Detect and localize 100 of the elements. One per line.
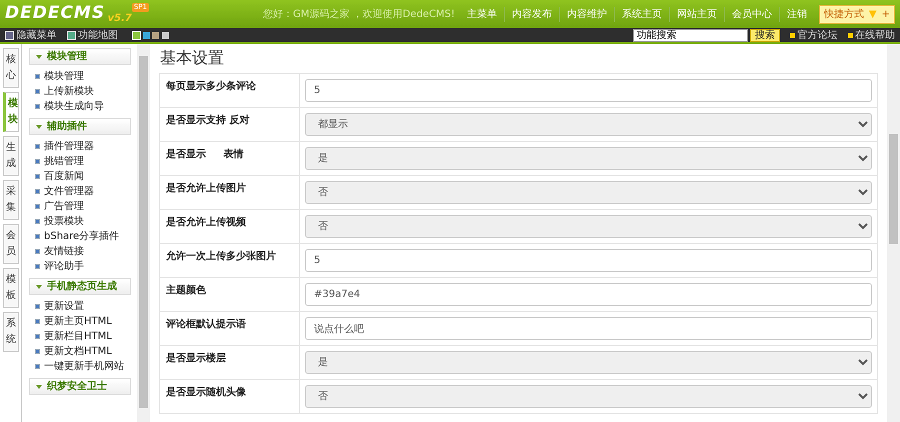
page-title: 基本设置	[160, 47, 225, 69]
menu-item[interactable]: 更新文档HTML	[22, 344, 137, 359]
input-field[interactable]: 5	[305, 249, 872, 272]
bullet-icon	[35, 104, 40, 109]
side-tab[interactable]: 核心	[3, 48, 19, 88]
menu-item-label: 模块生成向导	[44, 100, 104, 114]
hide-menu-link[interactable]: 隐藏菜单	[16, 28, 56, 42]
bullet-icon	[35, 304, 40, 309]
menu-group-header[interactable]: 辅助插件	[29, 118, 131, 135]
input-field[interactable]: 说点什么吧	[305, 317, 872, 340]
caret-icon	[36, 55, 42, 59]
menu-item-label: 上传新模块	[44, 84, 94, 99]
setting-label: 是否显示随机头像	[160, 380, 300, 414]
menu-item[interactable]: 模块生成向导	[22, 99, 137, 114]
version-label: v5.7	[108, 12, 132, 26]
menu-item-label: 更新文档HTML	[44, 344, 112, 359]
menu-item[interactable]: 百度新闻	[22, 169, 137, 184]
setting-label: 是否允许上传视频	[160, 210, 300, 244]
menu-item-label: 评论助手	[44, 260, 84, 274]
input-field[interactable]: #39a7e4	[305, 283, 872, 306]
grid-icon	[66, 30, 76, 40]
caret-icon: ▼	[868, 6, 877, 22]
menu-item-label: 文件管理器	[44, 184, 94, 199]
menu-item-label: 广告管理	[44, 200, 84, 214]
menu-item[interactable]: 文件管理器	[22, 184, 137, 199]
setting-label: 主题颜色	[160, 278, 300, 312]
menu-item-label: 模块管理	[44, 70, 84, 84]
bullet-icon	[35, 319, 40, 324]
bullet-icon	[35, 159, 40, 164]
bullet-icon	[35, 249, 40, 254]
search-field[interactable]: 功能搜索	[632, 28, 748, 42]
bullet-icon	[35, 334, 40, 339]
bullet-icon	[35, 349, 40, 354]
select-field[interactable]: 否	[305, 215, 872, 238]
menu-group-header[interactable]: 手机静态页生成	[29, 278, 131, 295]
menu-item-label: 一键更新手机网站	[44, 360, 124, 374]
bullet-icon	[35, 364, 40, 369]
bullet-icon	[35, 174, 40, 179]
menu-item[interactable]: 投票模块	[22, 214, 137, 229]
side-tab[interactable]: 生成	[3, 136, 19, 176]
search-button[interactable]: 搜索	[750, 28, 780, 42]
shortcut-label: 快捷方式	[824, 8, 864, 22]
toolbar-link[interactable]: 在线帮助	[855, 28, 895, 42]
menu-item[interactable]: 友情链接	[22, 244, 137, 259]
toolbar-link[interactable]: 官方论坛	[798, 28, 838, 42]
menu-item-label: 友情链接	[44, 244, 84, 259]
theme-swatch[interactable]	[142, 32, 150, 38]
menu-group-title: 手机静态页生成	[47, 281, 117, 292]
setting-label: 是否显示支持 反对	[160, 108, 300, 142]
theme-swatch[interactable]	[152, 32, 159, 38]
theme-swatch[interactable]	[133, 32, 140, 38]
logo: DEDECMS	[5, 2, 106, 26]
menu-item-label: 投票模块	[44, 214, 84, 229]
setting-label: 允许一次上传多少张图片	[160, 244, 300, 278]
bullet-icon	[35, 144, 40, 149]
caret-icon	[36, 285, 42, 289]
caret-icon	[36, 385, 42, 389]
shortcut-button[interactable]: 快捷方式 ▼ +	[818, 4, 895, 24]
setting-label: 评论框默认提示语	[160, 312, 300, 346]
menu-item-label: 插件管理器	[44, 140, 94, 154]
menu-item[interactable]: 更新主页HTML	[22, 314, 137, 329]
menu-item-label: 更新设置	[44, 300, 84, 314]
site-map-link[interactable]: 功能地图	[78, 28, 118, 42]
menu-item[interactable]: 更新设置	[22, 299, 137, 314]
side-tab[interactable]: 系统	[3, 312, 19, 352]
panel-icon	[5, 30, 14, 40]
menu-item[interactable]: 广告管理	[22, 199, 137, 214]
bullet-icon	[35, 189, 40, 194]
select-field[interactable]: 否	[305, 385, 872, 408]
menu-item[interactable]: 一键更新手机网站	[22, 359, 137, 374]
select-field[interactable]: 是	[305, 147, 872, 170]
scrollbar[interactable]	[137, 44, 150, 422]
bullet-icon	[35, 219, 40, 224]
menu-group-title: 辅助插件	[47, 121, 87, 132]
side-tab[interactable]: 模板	[3, 268, 19, 308]
select-field[interactable]: 否	[305, 181, 872, 204]
select-field[interactable]: 都显示	[305, 113, 872, 136]
menu-group-header[interactable]: 模块管理	[29, 48, 131, 65]
select-field[interactable]: 是	[305, 351, 872, 374]
menu-item-label: 更新栏目HTML	[44, 330, 112, 344]
menu-item[interactable]: 模块管理	[22, 69, 137, 84]
side-tab[interactable]: 采集	[3, 180, 19, 220]
menu-item-label: bShare分享插件	[44, 230, 120, 244]
menu-item[interactable]: bShare分享插件	[22, 229, 137, 244]
theme-swatch[interactable]	[162, 32, 168, 38]
menu-item-label: 挑错管理	[44, 155, 84, 169]
side-tab[interactable]: 模块	[3, 92, 19, 132]
menu-item[interactable]: 上传新模块	[22, 84, 137, 99]
setting-label: 是否显示楼层	[160, 346, 300, 380]
menu-item[interactable]: 评论助手	[22, 259, 137, 274]
menu-item[interactable]: 插件管理器	[22, 139, 137, 154]
bullet-icon	[35, 89, 40, 94]
menu-group-header[interactable]: 织梦安全卫士	[29, 378, 131, 395]
side-tab[interactable]: 会员	[3, 224, 19, 264]
menu-item[interactable]: 更新栏目HTML	[22, 329, 137, 344]
menu-item[interactable]: 挑错管理	[22, 154, 137, 169]
input-field[interactable]: 5	[305, 79, 872, 102]
menu-item-label: 百度新闻	[44, 170, 84, 184]
scrollbar[interactable]	[887, 44, 900, 422]
menu-group-title: 织梦安全卫士	[47, 381, 107, 392]
